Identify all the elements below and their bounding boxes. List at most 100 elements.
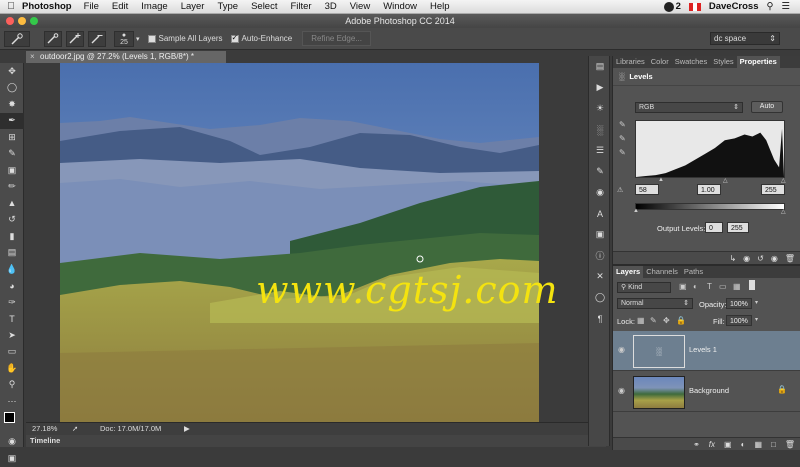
tab-paths[interactable]: Paths bbox=[681, 266, 706, 278]
hand-tool-icon[interactable]: ✋ bbox=[0, 360, 24, 377]
menu-type[interactable]: Type bbox=[217, 1, 238, 12]
new-layer-icon[interactable]: □ bbox=[771, 440, 776, 449]
shape-tool-icon[interactable]: ▭ bbox=[0, 344, 24, 361]
character-icon[interactable]: A bbox=[589, 203, 611, 224]
pen-tool-icon[interactable]: ✑ bbox=[0, 294, 24, 311]
clone-source-icon[interactable]: ◉ bbox=[589, 182, 611, 203]
layer-row-levels[interactable]: ◉ ░ Levels 1 bbox=[613, 331, 800, 371]
spot-healing-tool-icon[interactable]: ▣ bbox=[0, 162, 24, 179]
gray-point-eyedropper-icon[interactable]: ✎ bbox=[619, 134, 626, 143]
notification-center-icon[interactable]: ☰ bbox=[781, 1, 790, 12]
tab-color[interactable]: Color bbox=[648, 56, 672, 68]
menu-app-photoshop[interactable]: Photoshop bbox=[22, 1, 72, 12]
channel-dropdown[interactable]: RGB ⇕ bbox=[635, 102, 743, 113]
history-brush-tool-icon[interactable]: ↺ bbox=[0, 212, 24, 229]
lock-all-icon[interactable]: 🔒 bbox=[676, 316, 686, 325]
reset-icon[interactable]: ↺ bbox=[757, 254, 764, 263]
link-layers-icon[interactable]: ⚭ bbox=[693, 440, 700, 449]
new-selection-button[interactable] bbox=[44, 30, 62, 47]
toggle-visibility-icon[interactable]: ◉ bbox=[771, 254, 778, 263]
delete-adjustment-icon[interactable]: 🗑 bbox=[785, 254, 795, 263]
input-black-field[interactable]: 58 bbox=[635, 184, 659, 195]
tool-preset-picker[interactable] bbox=[4, 30, 30, 47]
subtract-from-selection-button[interactable] bbox=[88, 30, 106, 47]
output-white-field[interactable]: 255 bbox=[727, 222, 749, 233]
status-menu-arrow-icon[interactable]: ▶ bbox=[184, 423, 190, 435]
spotlight-icon[interactable]: ⚲ bbox=[767, 1, 774, 12]
creative-cloud-badge[interactable]: 2 bbox=[663, 1, 681, 12]
brush-settings-icon[interactable]: ☰ bbox=[589, 140, 611, 161]
visibility-eye-icon[interactable]: ◉ bbox=[618, 345, 625, 354]
tab-layers[interactable]: Layers bbox=[613, 266, 644, 278]
tab-channels[interactable]: Channels bbox=[643, 266, 681, 278]
dodge-tool-icon[interactable]: ◕ bbox=[0, 278, 24, 295]
color-swatches[interactable] bbox=[0, 410, 24, 434]
add-mask-icon[interactable]: ▣ bbox=[724, 440, 732, 449]
type-tool-icon[interactable]: T bbox=[0, 311, 24, 328]
menu-edit[interactable]: Edit bbox=[112, 1, 128, 12]
apple-icon[interactable]:  bbox=[0, 1, 22, 12]
eyedropper-tool-icon[interactable]: ✎ bbox=[0, 146, 24, 163]
foreground-color-swatch[interactable] bbox=[4, 411, 15, 423]
menu-image[interactable]: Image bbox=[141, 1, 167, 12]
menu-window[interactable]: Window bbox=[383, 1, 417, 12]
sample-all-layers-checkbox[interactable] bbox=[147, 34, 156, 43]
input-source-flag-icon[interactable] bbox=[688, 2, 701, 11]
blend-mode-dropdown[interactable]: Normal ⇕ bbox=[617, 298, 693, 309]
input-gamma-slider-icon[interactable]: △ bbox=[723, 177, 728, 184]
crop-tool-icon[interactable]: ⊞ bbox=[0, 129, 24, 146]
brush-presets-icon[interactable]: ✎ bbox=[589, 161, 611, 182]
quick-mask-icon[interactable]: ◉ bbox=[0, 434, 24, 451]
menu-view[interactable]: View bbox=[350, 1, 370, 12]
gradient-tool-icon[interactable]: ▤ bbox=[0, 245, 24, 262]
marquee-tool-icon[interactable]: ◯ bbox=[0, 80, 24, 97]
menu-help[interactable]: Help bbox=[430, 1, 450, 12]
refine-edge-button[interactable]: Refine Edge... bbox=[302, 31, 371, 46]
output-black-slider-icon[interactable]: ▲ bbox=[633, 208, 639, 214]
timeline-panel-tab[interactable]: Timeline bbox=[26, 435, 606, 447]
layer-filter-dropdown[interactable]: ⚲ Kind bbox=[617, 282, 671, 293]
tab-styles[interactable]: Styles bbox=[710, 56, 736, 68]
info-icon[interactable]: ⓘ bbox=[589, 245, 611, 266]
auto-enhance-checkbox[interactable]: ✓ bbox=[230, 33, 239, 43]
fill-field[interactable]: 100% bbox=[726, 315, 752, 326]
tab-libraries[interactable]: Libraries bbox=[613, 56, 648, 68]
white-point-eyedropper-icon[interactable]: ✎ bbox=[619, 148, 626, 157]
screen-mode-icon[interactable]: ▣ bbox=[0, 450, 24, 467]
zoom-tool-icon[interactable]: ⚲ bbox=[0, 377, 24, 394]
landscape-photo[interactable] bbox=[60, 63, 539, 422]
black-point-eyedropper-icon[interactable]: ✎ bbox=[619, 120, 626, 129]
canvas-area[interactable]: www.cgtsj.com bbox=[26, 63, 606, 422]
filter-pixel-icon[interactable]: ▣ bbox=[679, 282, 687, 291]
brush-picker-arrow-icon[interactable]: ▾ bbox=[136, 35, 140, 43]
histogram-icon[interactable]: ░ bbox=[589, 119, 611, 140]
navigator-icon[interactable]: ◯ bbox=[589, 287, 611, 308]
visibility-eye-icon[interactable]: ◉ bbox=[618, 386, 625, 395]
input-gamma-field[interactable]: 1.00 bbox=[697, 184, 721, 195]
output-white-slider-icon[interactable]: △ bbox=[781, 208, 786, 215]
input-black-slider-icon[interactable]: ▲ bbox=[658, 177, 664, 183]
filter-toggle[interactable] bbox=[749, 280, 755, 290]
adjustments-icon[interactable]: ☀ bbox=[589, 98, 611, 119]
tab-properties[interactable]: Properties bbox=[736, 56, 780, 68]
more-tools-icon[interactable]: ⋯ bbox=[0, 393, 24, 410]
input-white-field[interactable]: 255 bbox=[761, 184, 785, 195]
layer-row-background[interactable]: ◉ Background 🔒 bbox=[613, 372, 800, 412]
zoom-level[interactable]: 27.18% bbox=[32, 423, 57, 435]
paragraph-icon[interactable]: ¶ bbox=[589, 308, 611, 329]
output-black-field[interactable]: 0 bbox=[705, 222, 723, 233]
layer-name[interactable]: Background bbox=[689, 386, 729, 395]
new-group-icon[interactable]: ▦ bbox=[754, 440, 762, 449]
lasso-tool-icon[interactable]: ✸ bbox=[0, 96, 24, 113]
clip-to-layer-icon[interactable]: ↳ bbox=[729, 254, 736, 263]
brush-size-picker[interactable]: ● 25 bbox=[114, 30, 134, 47]
new-adjustment-icon[interactable]: ◐ bbox=[741, 440, 746, 449]
add-to-selection-button[interactable] bbox=[66, 30, 84, 47]
clipping-warning-icon[interactable]: ⚠ bbox=[617, 186, 623, 194]
menu-3d[interactable]: 3D bbox=[325, 1, 337, 12]
filter-shape-icon[interactable]: ▭ bbox=[719, 282, 727, 291]
filter-smart-object-icon[interactable]: ▦ bbox=[733, 282, 741, 291]
layer-style-icon[interactable]: fx bbox=[709, 440, 715, 449]
eraser-tool-icon[interactable]: ▮ bbox=[0, 228, 24, 245]
delete-layer-icon[interactable]: 🗑 bbox=[785, 440, 795, 449]
